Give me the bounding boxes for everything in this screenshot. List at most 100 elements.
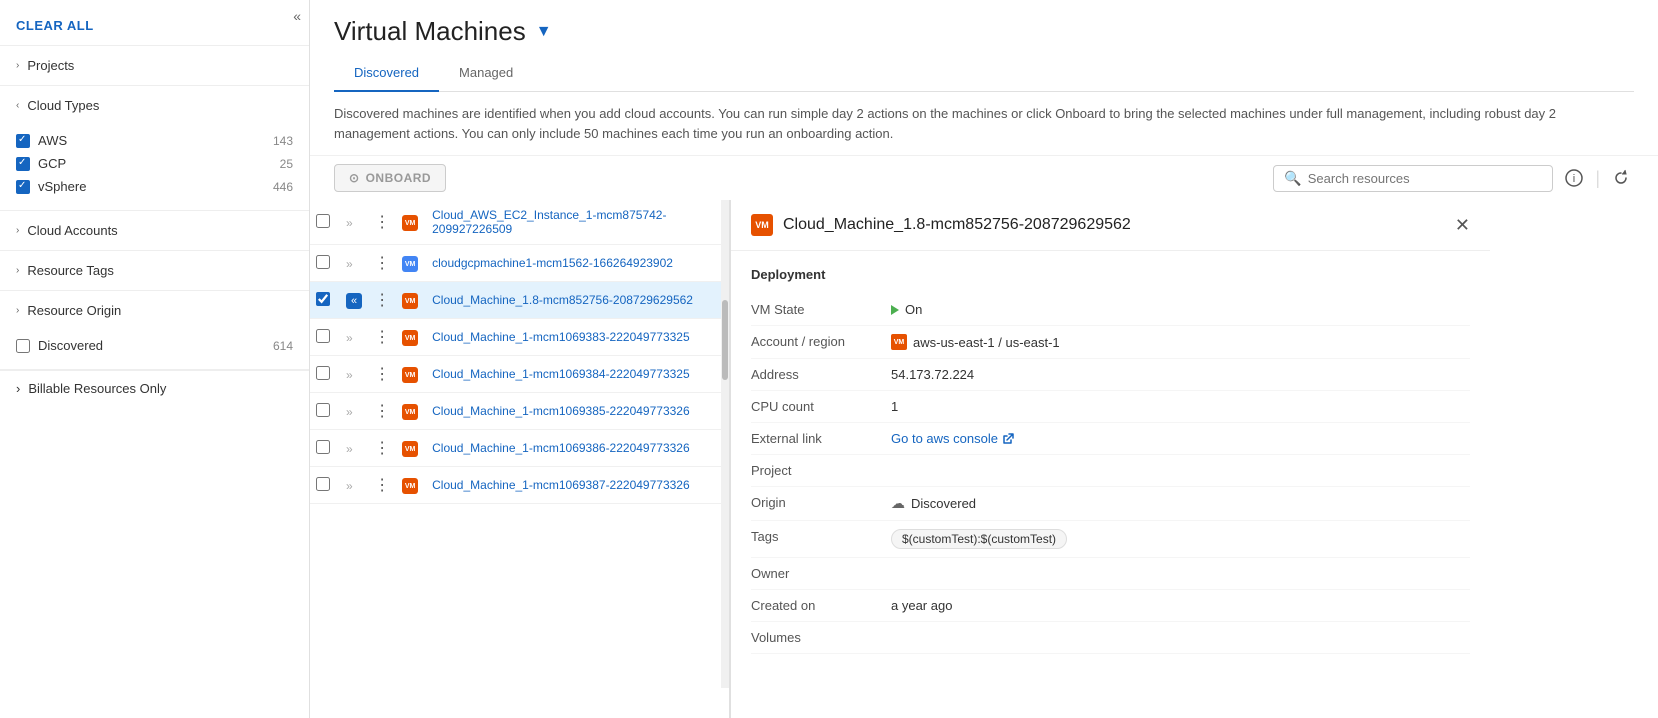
account-value: VMaws-us-east-1 / us-east-1 [891, 334, 1470, 350]
detail-content: Deployment VM State On Account / region … [731, 251, 1490, 670]
row-menu-btn[interactable]: ⋮ [374, 253, 390, 273]
row-collapse-btn[interactable]: « [346, 293, 362, 309]
filter-funnel-icon[interactable]: ▼ [536, 23, 552, 41]
field-label: Origin [751, 495, 891, 510]
vm-state-value: On [891, 302, 1470, 317]
cloud-types-content: AWS 143 GCP 25 vSphere 446 [0, 125, 309, 210]
table-row: » ⋮ VM cloudgcpmachine1-mcm1562-16626492… [310, 245, 729, 282]
row-name[interactable]: Cloud_Machine_1-mcm1069386-222049773326 [426, 430, 729, 467]
detail-field-row: Volumes [751, 622, 1470, 654]
sidebar-collapse-btn[interactable]: « [293, 8, 301, 24]
row-name[interactable]: Cloud_Machine_1-mcm1069385-222049773326 [426, 393, 729, 430]
detail-field-row: External link Go to aws console [751, 423, 1470, 455]
billable-header[interactable]: › Billable Resources Only [16, 381, 293, 396]
row-checkbox[interactable] [316, 366, 330, 380]
aws-checkbox[interactable] [16, 134, 30, 148]
gcp-checkbox[interactable] [16, 157, 30, 171]
resource-tags-header[interactable]: › Resource Tags [0, 251, 309, 290]
discovered-filter-count: 614 [273, 339, 293, 353]
row-checkbox[interactable] [316, 292, 330, 306]
vsphere-checkbox[interactable] [16, 180, 30, 194]
detail-field-row: Created on a year ago [751, 590, 1470, 622]
field-value-container: 54.173.72.224 [891, 367, 1470, 382]
page-header: Virtual Machines ▼ Discovered Managed [310, 0, 1658, 92]
row-name[interactable]: Cloud_AWS_EC2_Instance_1-mcm875742-20992… [426, 200, 729, 245]
clear-all-btn[interactable]: CLEAR ALL [0, 0, 309, 46]
table-row: » ⋮ VM Cloud_Machine_1-mcm1069383-222049… [310, 319, 729, 356]
external-link-icon [1002, 433, 1014, 445]
main-content: Virtual Machines ▼ Discovered Managed Di… [310, 0, 1658, 718]
row-menu-btn[interactable]: ⋮ [374, 327, 390, 347]
state-indicator [891, 305, 899, 315]
row-menu-btn[interactable]: ⋮ [374, 475, 390, 495]
row-name[interactable]: Cloud_Machine_1-mcm1069387-222049773326 [426, 467, 729, 504]
cloud-accounts-header[interactable]: › Cloud Accounts [0, 211, 309, 250]
cloud-types-header[interactable]: ‹ Cloud Types [0, 86, 309, 125]
row-menu-btn[interactable]: ⋮ [374, 290, 390, 310]
vsphere-label: vSphere [38, 179, 86, 194]
detail-field-row: Account / region VMaws-us-east-1 / us-ea… [751, 326, 1470, 359]
field-label: Account / region [751, 334, 891, 349]
search-box[interactable]: 🔍 [1273, 165, 1553, 192]
discovered-filter-label: Discovered [38, 338, 103, 353]
search-input[interactable] [1308, 171, 1543, 186]
detail-header: VM Cloud_Machine_1.8-mcm852756-208729629… [731, 200, 1490, 251]
row-expand-btn[interactable]: » [346, 368, 353, 382]
onboard-button[interactable]: ⊙ ONBOARD [334, 164, 446, 192]
table-row: » ⋮ VM Cloud_AWS_EC2_Instance_1-mcm87574… [310, 200, 729, 245]
tab-managed[interactable]: Managed [439, 55, 533, 92]
field-value-container: 1 [891, 399, 1470, 414]
row-expand-btn[interactable]: » [346, 216, 353, 230]
detail-title: Cloud_Machine_1.8-mcm852756-208729629562 [783, 216, 1131, 234]
description-text: Discovered machines are identified when … [334, 106, 1556, 141]
row-menu-btn[interactable]: ⋮ [374, 364, 390, 384]
row-name[interactable]: Cloud_Machine_1.8-mcm852756-208729629562 [426, 282, 729, 319]
resource-origin-header[interactable]: › Resource Origin [0, 291, 309, 330]
account-icon: VM [891, 334, 907, 350]
external-link[interactable]: Go to aws console [891, 431, 1470, 446]
row-expand-btn[interactable]: » [346, 405, 353, 419]
info-button[interactable]: i [1561, 165, 1587, 191]
close-detail-btn[interactable]: ✕ [1455, 215, 1470, 236]
row-vm-icon: VM [402, 256, 418, 272]
aws-filter-item: AWS 143 [16, 129, 293, 152]
tab-discovered[interactable]: Discovered [334, 55, 439, 92]
row-checkbox[interactable] [316, 440, 330, 454]
projects-header[interactable]: › Projects [0, 46, 309, 85]
row-checkbox[interactable] [316, 477, 330, 491]
vertical-scrollbar[interactable] [721, 200, 729, 688]
row-menu-btn[interactable]: ⋮ [374, 212, 390, 232]
row-menu-btn[interactable]: ⋮ [374, 401, 390, 421]
row-vm-icon: VM [402, 478, 418, 494]
field-value-container: a year ago [891, 598, 1470, 613]
refresh-button[interactable] [1608, 165, 1634, 191]
row-menu-btn[interactable]: ⋮ [374, 438, 390, 458]
row-vm-icon: VM [402, 330, 418, 346]
table-container: » ⋮ VM Cloud_AWS_EC2_Instance_1-mcm87574… [310, 200, 1658, 718]
field-value: 54.173.72.224 [891, 367, 974, 382]
projects-section: › Projects [0, 46, 309, 86]
table-scroll[interactable]: » ⋮ VM Cloud_AWS_EC2_Instance_1-mcm87574… [310, 200, 729, 718]
detail-vm-icon: VM [751, 214, 773, 236]
row-checkbox[interactable] [316, 255, 330, 269]
divider: | [1595, 168, 1600, 189]
gcp-count: 25 [280, 157, 293, 171]
refresh-icon [1612, 169, 1630, 187]
discovered-checkbox[interactable] [16, 339, 30, 353]
origin-value: ☁Discovered [891, 495, 1470, 512]
row-checkbox[interactable] [316, 214, 330, 228]
row-checkbox[interactable] [316, 329, 330, 343]
onboard-icon: ⊙ [349, 171, 360, 185]
row-expand-btn[interactable]: » [346, 479, 353, 493]
row-expand-btn[interactable]: » [346, 331, 353, 345]
row-name[interactable]: cloudgcpmachine1-mcm1562-166264923902 [426, 245, 729, 282]
svg-text:i: i [1573, 173, 1575, 185]
aws-count: 143 [273, 134, 293, 148]
row-expand-btn[interactable]: » [346, 257, 353, 271]
row-expand-btn[interactable]: » [346, 442, 353, 456]
row-name[interactable]: Cloud_Machine_1-mcm1069383-222049773325 [426, 319, 729, 356]
detail-field-row: CPU count 1 [751, 391, 1470, 423]
row-name[interactable]: Cloud_Machine_1-mcm1069384-222049773325 [426, 356, 729, 393]
field-label: VM State [751, 302, 891, 317]
row-checkbox[interactable] [316, 403, 330, 417]
